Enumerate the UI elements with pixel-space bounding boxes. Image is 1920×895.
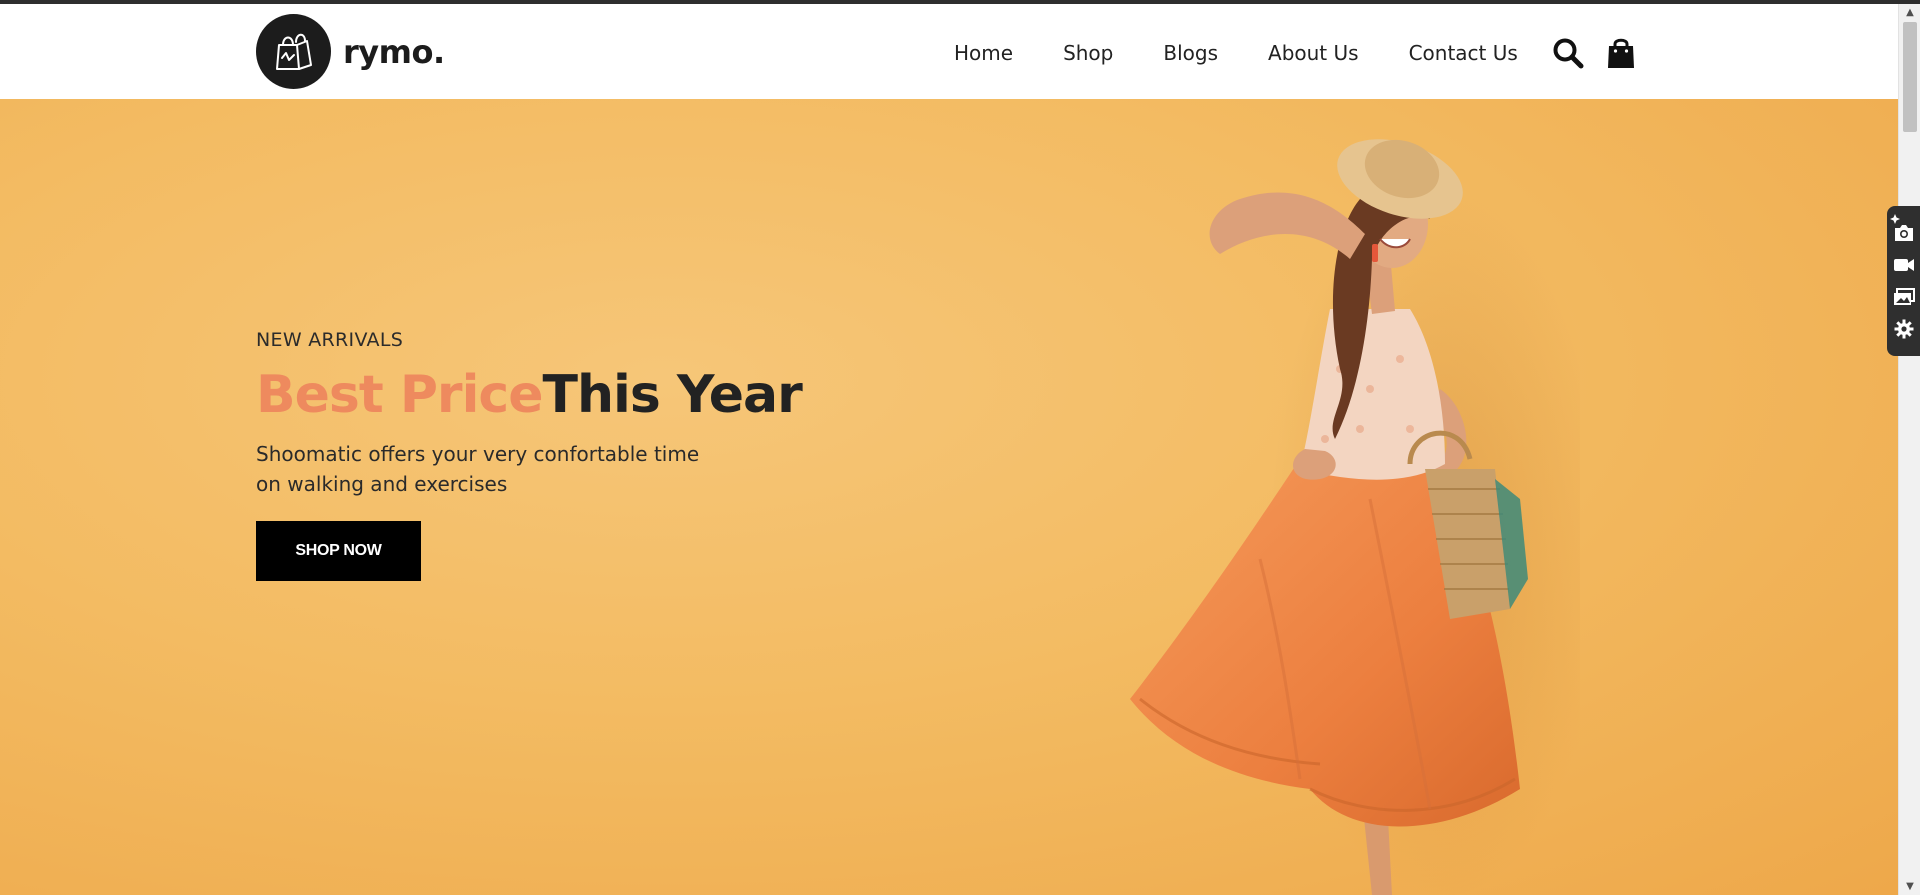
hero-subtext: Shoomatic offers your very confortable t… (256, 442, 700, 496)
shop-now-button[interactable]: SHOP NOW (256, 521, 421, 581)
site-header: rymo. Home Shop Blogs About Us Contact U… (0, 4, 1898, 99)
scrollbar-thumb[interactable] (1903, 22, 1917, 132)
scroll-down-arrow-icon[interactable]: ▼ (1899, 878, 1920, 895)
hero-text-block: NEW ARRIVALS Best PriceThis Year Shoomat… (256, 329, 803, 581)
nav-shop[interactable]: Shop (1063, 41, 1113, 65)
pin-icon[interactable] (1890, 209, 1900, 224)
hero-eyebrow: NEW ARRIVALS (256, 329, 404, 351)
headline-accent: Best Price (256, 365, 543, 425)
gallery-icon[interactable] (1889, 282, 1919, 312)
hero-headline: Best PriceThis Year (256, 365, 803, 425)
brand-name: rymo. (343, 32, 445, 71)
capture-toolbar (1887, 206, 1920, 356)
nav-blogs[interactable]: Blogs (1163, 41, 1218, 65)
shopping-bag-logo-icon (256, 14, 331, 89)
headline-rest: This Year (542, 365, 803, 425)
search-icon[interactable] (1552, 37, 1584, 69)
shopping-bag-icon[interactable] (1606, 36, 1636, 70)
nav-home[interactable]: Home (954, 41, 1013, 65)
gear-icon[interactable] (1889, 314, 1919, 344)
hero-model-image (1130, 139, 1580, 895)
main-nav: Home Shop Blogs About Us Contact Us (954, 36, 1636, 70)
brand-logo[interactable]: rymo. (256, 14, 445, 89)
page-scrollbar[interactable]: ▲ ▼ (1898, 4, 1920, 895)
hero-banner: NEW ARRIVALS Best PriceThis Year Shoomat… (0, 99, 1898, 895)
video-icon[interactable] (1889, 250, 1919, 280)
nav-about-us[interactable]: About Us (1268, 41, 1359, 65)
scroll-up-arrow-icon[interactable]: ▲ (1899, 4, 1920, 21)
nav-contact-us[interactable]: Contact Us (1409, 41, 1518, 65)
